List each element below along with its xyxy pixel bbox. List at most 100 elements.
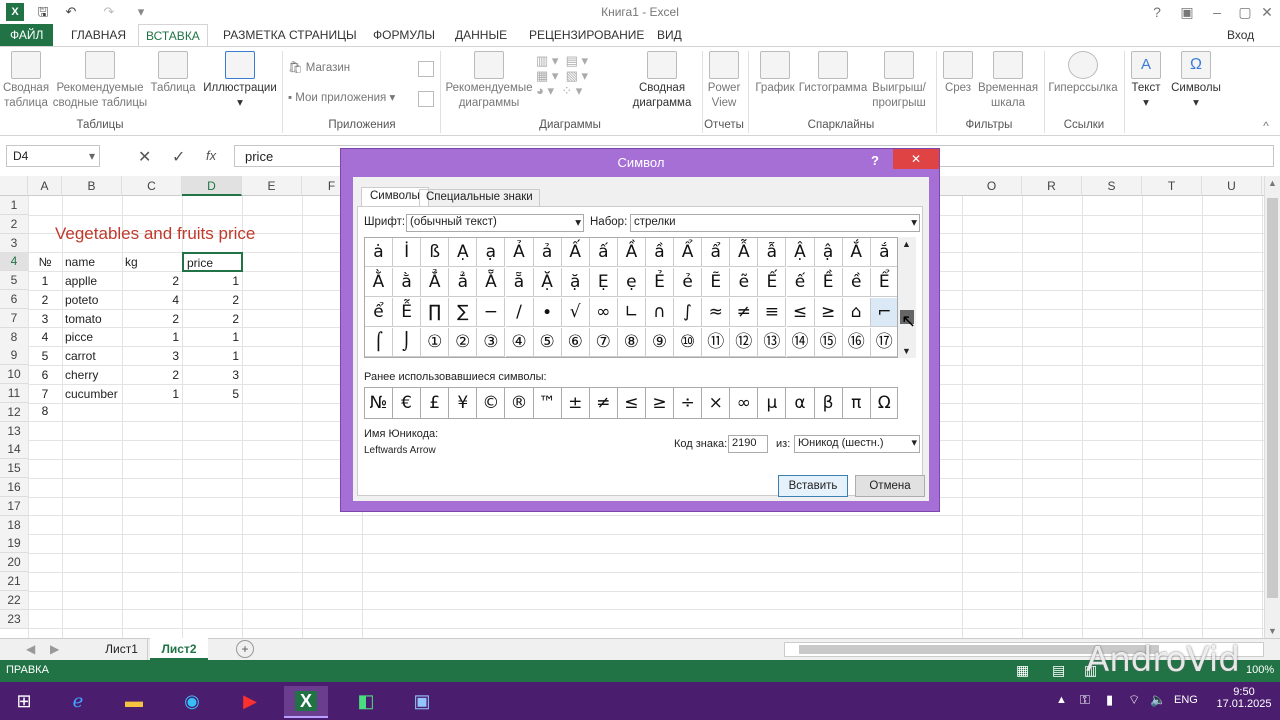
row-header[interactable]: 13: [0, 421, 28, 441]
column-header[interactable]: U: [1202, 176, 1262, 196]
battery-icon[interactable]: ▮: [1106, 692, 1113, 708]
row-header[interactable]: 6: [0, 290, 28, 309]
insert-button[interactable]: Вставить: [778, 475, 848, 497]
symbol-cell[interactable]: Ạ: [449, 238, 478, 267]
symbol-cell[interactable]: ∏: [421, 298, 450, 327]
prev-sheet-icon[interactable]: ◀: [26, 642, 35, 656]
power-view-button[interactable]: Power View: [704, 47, 744, 111]
symbol-cell[interactable]: Ể: [870, 268, 897, 297]
table-cell[interactable]: 2: [122, 310, 182, 329]
table-cell[interactable]: 4: [28, 328, 62, 347]
scroll-up-icon[interactable]: ▲: [1268, 178, 1277, 188]
volume-icon[interactable]: 🔈: [1150, 692, 1166, 708]
zoom-level[interactable]: 100%: [1246, 664, 1274, 676]
wifi-icon[interactable]: ⌔: [1128, 692, 1140, 708]
recent-symbol-cell[interactable]: β: [814, 388, 843, 418]
symbol-cell[interactable]: ≤: [786, 298, 815, 327]
ribbon-options-icon[interactable]: ▣: [1176, 2, 1198, 22]
symbol-cell[interactable]: ⑫: [730, 328, 759, 357]
chart-types-gallery[interactable]: ▥ ▾ ▤ ▾ ▦ ▾ ▧ ▾ ◕ ▾ ⁘ ▾: [536, 53, 626, 98]
next-sheet-icon[interactable]: ▶: [50, 642, 59, 656]
symbol-cell[interactable]: Ẽ: [702, 268, 731, 297]
recent-symbol-cell[interactable]: µ: [758, 388, 787, 418]
recent-symbol-cell[interactable]: ≠: [589, 388, 618, 418]
normal-view-icon[interactable]: ▦: [1016, 662, 1029, 679]
symbol-cell[interactable]: ②: [449, 328, 478, 357]
symbol-cell[interactable]: ①: [421, 328, 450, 357]
symbol-cell[interactable]: ⑭: [786, 328, 815, 357]
table-cell[interactable]: 7: [28, 385, 62, 404]
symbol-cell[interactable]: ⑥: [561, 328, 590, 357]
table-cell[interactable]: 2: [28, 291, 62, 310]
recommended-charts-button[interactable]: Рекомендуемые диаграммы: [444, 47, 534, 111]
row-header[interactable]: 21: [0, 572, 28, 591]
control-panel-icon[interactable]: ▣: [400, 686, 444, 718]
symbol-cell[interactable]: ⑤: [533, 328, 562, 357]
symbol-cell[interactable]: Ắ: [842, 238, 871, 267]
scroll-down-icon[interactable]: ▼: [1268, 626, 1277, 636]
cancel-button[interactable]: Отмена: [855, 475, 925, 497]
symbol-cell[interactable]: ∟: [617, 298, 646, 327]
symbol-cell[interactable]: ầ: [646, 238, 674, 267]
page-layout-icon[interactable]: ▤: [1052, 662, 1065, 679]
font-select[interactable]: (обычный текст) ▾: [406, 214, 584, 232]
symbols-button[interactable]: Ω Символы ▾: [1168, 47, 1224, 111]
table-cell[interactable]: cucumber: [62, 385, 122, 404]
table-cell[interactable]: 1: [28, 272, 62, 291]
dialog-close-button[interactable]: ✕: [893, 149, 939, 169]
recent-symbol-cell[interactable]: ±: [561, 388, 590, 418]
symbol-cell[interactable]: Ẹ: [589, 268, 618, 297]
edge-icon[interactable]: ◉: [170, 686, 214, 718]
symbol-cell[interactable]: ≥: [814, 298, 843, 327]
symbol-cell[interactable]: ß: [421, 238, 450, 267]
symbol-cell[interactable]: Ậ: [786, 238, 815, 267]
row-header[interactable]: 1: [0, 196, 28, 215]
table-cell[interactable]: 4: [122, 291, 182, 310]
tab-home[interactable]: ГЛАВНАЯ: [64, 24, 133, 46]
symbol-cell[interactable]: √: [561, 298, 590, 327]
app-taskbar-icon[interactable]: ◧: [344, 686, 388, 718]
row-header[interactable]: 10: [0, 365, 28, 385]
symbol-cell[interactable]: Ề: [814, 268, 843, 297]
symbol-cell[interactable]: ȧ: [365, 238, 393, 267]
symbol-cell[interactable]: ∕: [505, 298, 534, 327]
symbol-cell[interactable]: ế: [786, 268, 815, 297]
pivot-table-button[interactable]: Сводная таблица: [0, 47, 52, 111]
internet-explorer-icon[interactable]: ℯ: [56, 686, 100, 718]
recent-symbol-cell[interactable]: ≤: [617, 388, 646, 418]
scroll-up-icon[interactable]: ▲: [902, 239, 911, 249]
sheet-tab-2[interactable]: Лист2: [150, 638, 208, 660]
column-header[interactable]: E: [242, 176, 302, 196]
row-header[interactable]: 16: [0, 478, 28, 497]
symbol-cell[interactable]: ⑪: [702, 328, 731, 357]
symbol-cell[interactable]: ∞: [589, 298, 618, 327]
file-explorer-icon[interactable]: ▬: [112, 686, 156, 718]
sheet-title-cell[interactable]: Vegetables and fruits price: [52, 222, 282, 246]
symbol-cell[interactable]: ∑: [449, 298, 478, 327]
symbol-cell[interactable]: ⑮: [814, 328, 843, 357]
scrollbar-thumb[interactable]: [1267, 198, 1278, 598]
symbol-cell[interactable]: −: [477, 298, 506, 327]
row-header[interactable]: 11: [0, 384, 28, 403]
table-cell[interactable]: 3: [28, 310, 62, 329]
tab-file[interactable]: ФАЙЛ: [0, 24, 54, 46]
row-header[interactable]: 2: [0, 214, 28, 234]
table-cell[interactable]: 2: [122, 272, 182, 291]
pivot-chart-button[interactable]: Сводная диаграмма: [626, 47, 698, 111]
symbol-grid-scrollbar[interactable]: ▲ ▼: [898, 237, 916, 358]
table-cell[interactable]: 8: [28, 402, 62, 421]
recent-symbol-cell[interactable]: ÷: [674, 388, 703, 418]
row-header[interactable]: 15: [0, 459, 28, 479]
hyperlink-button[interactable]: Гиперссылка: [1046, 47, 1120, 96]
my-apps-button[interactable]: ▪ Мои приложения ▾: [288, 91, 418, 106]
recent-symbol-cell[interactable]: ∞: [730, 388, 759, 418]
recent-symbol-cell[interactable]: ™: [533, 388, 562, 418]
slicer-button[interactable]: Срез: [938, 47, 978, 96]
symbol-cell[interactable]: ạ: [477, 238, 506, 267]
symbol-cell[interactable]: Ế: [758, 268, 787, 297]
symbol-cell[interactable]: Ẩ: [674, 238, 703, 267]
symbol-cell[interactable]: ⑦: [589, 328, 618, 357]
symbol-cell[interactable]: ⌂: [842, 298, 871, 327]
recent-symbol-cell[interactable]: α: [786, 388, 815, 418]
youtube-icon[interactable]: ▶: [228, 686, 272, 718]
